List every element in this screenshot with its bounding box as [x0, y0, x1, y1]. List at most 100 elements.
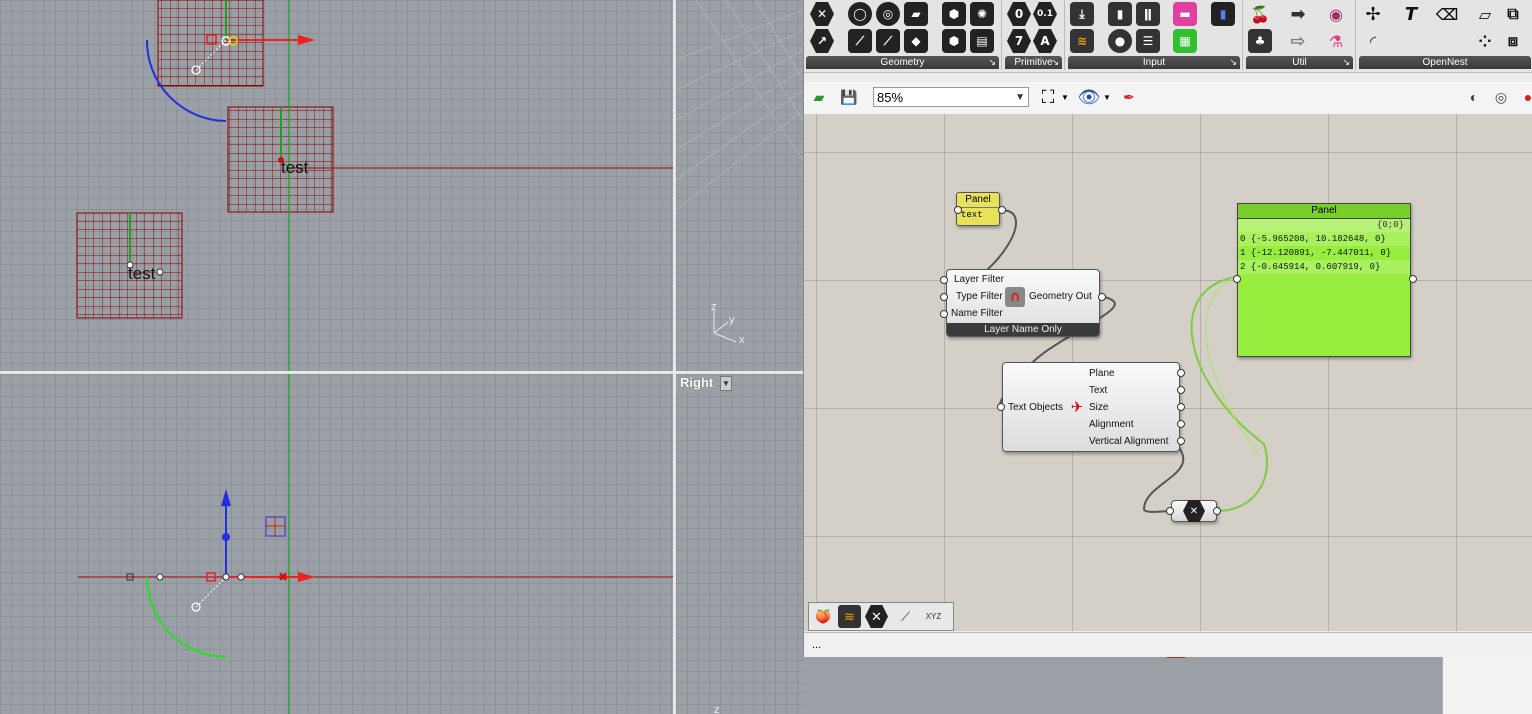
slider-icon[interactable]: ▬	[1173, 2, 1197, 26]
tree-icon[interactable]: ♣	[1248, 29, 1272, 53]
text-objects-component[interactable]: Text Objects ✈ Plane Text Size Alignment…	[1002, 362, 1180, 452]
name-filter-input-grip[interactable]	[940, 310, 948, 318]
box-param-icon[interactable]: ⬢	[942, 2, 966, 26]
panel-output-row[interactable]: 1 {-12.120891, -7.447011, 0}	[1238, 246, 1410, 260]
atom-param-icon[interactable]: ✺	[970, 2, 994, 26]
text-output-grip[interactable]	[1177, 386, 1185, 394]
arrow-right-icon[interactable]: ➡	[1286, 2, 1310, 26]
nest-box-icon[interactable]: ⧉	[1501, 2, 1525, 26]
panel-output-output-grip[interactable]	[1409, 275, 1417, 283]
grasshopper-canvas[interactable]: Panel text Layer Filter Type Filter Name…	[804, 114, 1532, 631]
zoom-extents-icon[interactable]: ⛶	[1037, 86, 1059, 108]
output-geometry-out[interactable]: Geometry Out	[1029, 291, 1092, 302]
text-param-icon[interactable]: A	[1033, 29, 1057, 53]
nest-shape-icon[interactable]: ▱	[1473, 2, 1497, 26]
ribbon-group-label-primitive[interactable]: Primitive ↘	[1005, 56, 1062, 69]
viewport-divider-horizontal[interactable]	[0, 371, 803, 374]
integer-param-icon[interactable]: 7	[1007, 29, 1031, 53]
nest-text-icon[interactable]: T	[1399, 2, 1423, 26]
panel-icon[interactable]: ▮	[1211, 2, 1235, 26]
preview-eye-icon[interactable]: 👁	[1078, 86, 1101, 108]
zoom-extents-dropdown-icon[interactable]: ▼	[1060, 86, 1070, 108]
type-filter-input-grip[interactable]	[940, 293, 948, 301]
nest-eraser-icon[interactable]: ⌫	[1435, 2, 1459, 26]
nest-stack-icon[interactable]: ⧈	[1501, 29, 1525, 53]
gradient-icon[interactable]: ≋	[838, 605, 861, 628]
layer-filter-input-grip[interactable]	[940, 276, 948, 284]
point-param-icon[interactable]: ↗	[810, 29, 834, 53]
panel-text-input[interactable]: Panel text	[956, 192, 1000, 226]
number-param-icon[interactable]: 0.1	[1033, 2, 1057, 26]
toggle-icon[interactable]: ▮	[1108, 2, 1132, 26]
panel-content[interactable]: text	[957, 208, 999, 222]
viewport-perspective[interactable]: z y x	[676, 0, 803, 371]
text-objects-input-grip[interactable]	[997, 403, 1005, 411]
output-size[interactable]: Size	[1089, 402, 1108, 413]
viewport-top-left[interactable]: test test	[0, 0, 673, 371]
import-icon[interactable]: ⤓	[1070, 2, 1094, 26]
xyz-icon[interactable]: XYZ	[922, 605, 945, 628]
viewport-menu-arrow[interactable]: ▼	[720, 376, 732, 391]
flask-icon[interactable]: ⚗	[1324, 29, 1348, 53]
relay-input-grip[interactable]	[1166, 507, 1174, 515]
mesh-param-icon[interactable]: ◆	[904, 29, 928, 53]
panel-output[interactable]: Panel {0;0} 0 {-5.965208, 10.182648, 0} …	[1237, 203, 1411, 357]
panel-output-row[interactable]: 0 {-5.965208, 10.182648, 0}	[1238, 232, 1410, 246]
size-output-grip[interactable]	[1177, 403, 1185, 411]
input-type-filter[interactable]: Type Filter	[956, 291, 1003, 302]
preview-wire-icon[interactable]: ◎	[1490, 86, 1512, 108]
viewport-title-right[interactable]: Right	[676, 375, 718, 391]
relay-node[interactable]: ✕	[1171, 500, 1217, 522]
button-icon[interactable]: ●	[1108, 29, 1132, 53]
save-file-icon[interactable]: 💾	[838, 86, 860, 108]
plane-output-grip[interactable]	[1177, 369, 1185, 377]
panel-text-input-port[interactable]	[998, 206, 1006, 214]
preview-shaded-icon[interactable]: ◐	[1463, 86, 1485, 108]
brep-param-icon[interactable]: ▰	[904, 2, 928, 26]
geometry-out-output-grip[interactable]	[1098, 293, 1106, 301]
curve-param-icon[interactable]: ◎	[876, 2, 900, 26]
output-alignment[interactable]: Alignment	[1089, 419, 1133, 430]
digit-scroller-icon[interactable]: ǁ	[1136, 2, 1160, 26]
group-param-icon[interactable]: ▤	[970, 29, 994, 53]
viewport-divider-vertical[interactable]	[673, 0, 676, 714]
input-text-objects[interactable]: Text Objects	[1008, 402, 1063, 413]
ribbon-group-label-util[interactable]: Util ↘	[1246, 56, 1353, 69]
matrix-icon[interactable]: ▦	[1173, 29, 1197, 53]
line-icon[interactable]: ⟋	[894, 605, 917, 628]
output-vertical-alignment[interactable]: Vertical Alignment	[1089, 436, 1169, 447]
circle-param-icon[interactable]: ◯	[848, 2, 872, 26]
boolean-param-icon[interactable]: 0	[1007, 2, 1031, 26]
vertical-alignment-output-grip[interactable]	[1177, 437, 1185, 445]
preview-dropdown-icon[interactable]: ▼	[1102, 86, 1112, 108]
panel-output-row[interactable]: 2 {-0.645914, 0.607919, 0}	[1238, 260, 1410, 274]
sphere-icon[interactable]: ◉	[1324, 2, 1348, 26]
viewport-front[interactable]: ✖	[0, 374, 673, 714]
nest-arc-icon[interactable]: ◜	[1361, 29, 1385, 53]
ribbon-group-label-input[interactable]: Input ↘	[1068, 56, 1240, 69]
nest-star-icon[interactable]: ✢	[1361, 2, 1385, 26]
output-plane[interactable]: Plane	[1089, 368, 1115, 379]
ribbon-group-label-opennest[interactable]: OpenNest	[1359, 56, 1531, 69]
cherry-icon[interactable]: 🍒	[1248, 2, 1272, 26]
alignment-output-grip[interactable]	[1177, 420, 1185, 428]
fruit-icon[interactable]: 🍑	[812, 605, 835, 628]
input-layer-filter[interactable]: Layer Filter	[954, 274, 1004, 285]
output-text[interactable]: Text	[1089, 385, 1107, 396]
field-param-icon[interactable]: ⬢	[942, 29, 966, 53]
viewport-right[interactable]: z	[676, 374, 803, 714]
ribbon-group-label-geometry[interactable]: Geometry ↘	[806, 56, 999, 69]
nest-circles-icon[interactable]: ⁘	[1473, 29, 1497, 53]
panel-text-output-port[interactable]	[954, 206, 962, 214]
geometry-param-icon[interactable]: ✕	[810, 2, 834, 26]
sketch-pen-icon[interactable]: ✒	[1118, 86, 1140, 108]
surface-param-icon[interactable]: ⟋	[848, 29, 872, 53]
relay-output-grip[interactable]	[1213, 507, 1221, 515]
line-param-icon[interactable]: ⟋	[876, 29, 900, 53]
input-name-filter[interactable]: Name Filter	[951, 308, 1003, 319]
preview-selected-icon[interactable]: ●	[1517, 86, 1532, 108]
panel-output-input-grip[interactable]	[1233, 275, 1241, 283]
zoom-dropdown[interactable]: 85% ▼	[873, 87, 1029, 107]
gradient-icon[interactable]: ≋	[1070, 29, 1094, 53]
geometry-hex-icon[interactable]: ✕	[865, 605, 888, 628]
